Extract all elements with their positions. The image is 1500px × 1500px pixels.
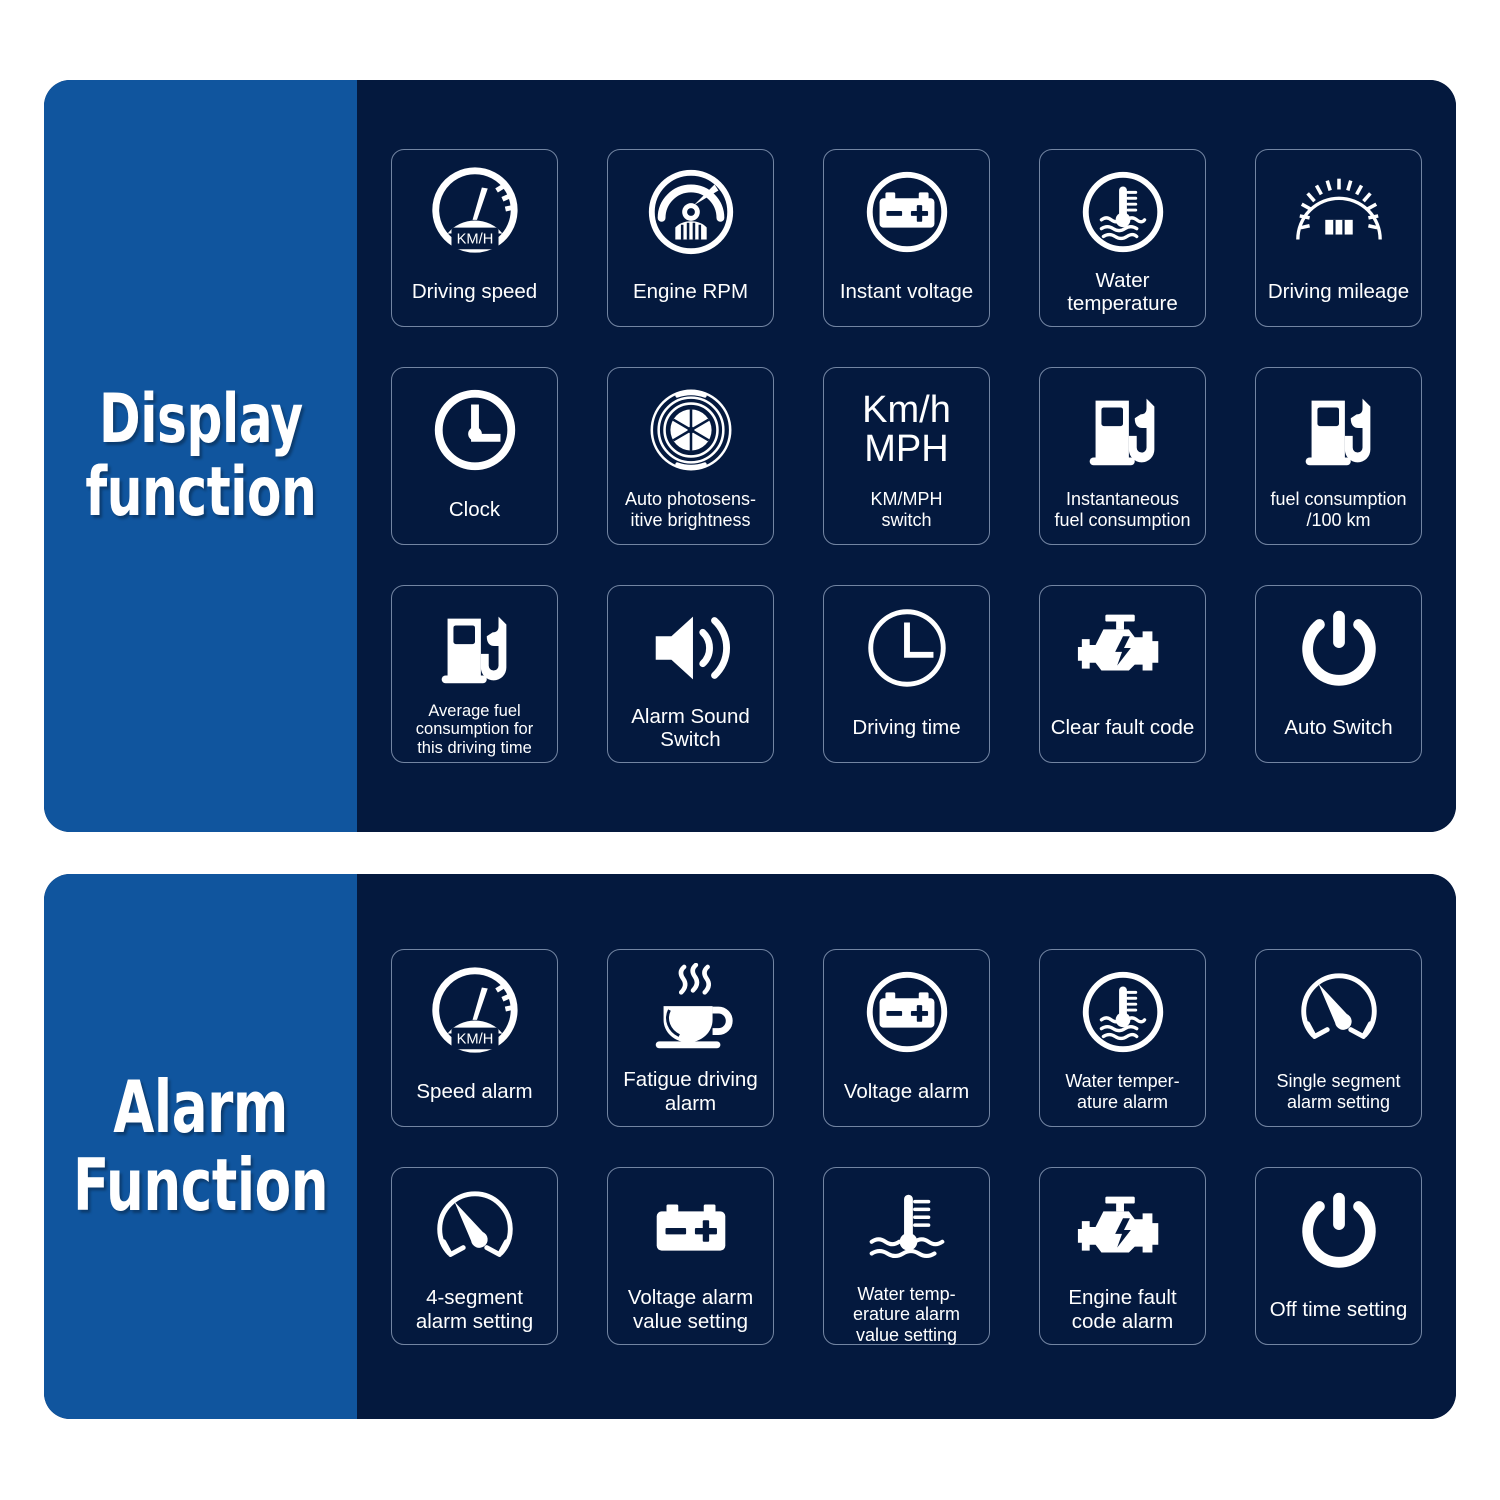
feature-card[interactable]: Driving time (823, 585, 990, 763)
clock-icon (426, 378, 524, 482)
feature-card[interactable]: KM/H Driving speed (391, 149, 558, 327)
feature-card-label: Clear fault code (1050, 716, 1195, 740)
svg-text:KM/H: KM/H (456, 1031, 493, 1047)
display-function-panel: Display function KM/H Driving speed Engi… (44, 80, 1456, 832)
feature-card-label: Instantaneous fuel consumption (1054, 489, 1191, 530)
feature-card-label: Engine fault code alarm (1068, 1286, 1177, 1333)
feature-card[interactable]: Water temp- erature alarm value setting (823, 1166, 990, 1345)
feature-card[interactable]: Driving mileage (1255, 149, 1422, 327)
feature-card-label: 4-segment alarm setting (415, 1286, 534, 1333)
odometer-icon (1290, 160, 1388, 264)
feature-card[interactable]: KM/H Speed alarm (391, 948, 558, 1127)
feature-card-label: Clock (448, 498, 501, 522)
gauge-needle-icon (1290, 960, 1388, 1064)
feature-card[interactable]: Engine RPM (607, 149, 774, 327)
fuel-pump-icon (426, 596, 524, 700)
feature-card-label: Driving speed (411, 280, 538, 304)
feature-card[interactable]: Voltage alarm (823, 948, 990, 1127)
feature-card-label: Driving mileage (1267, 280, 1410, 304)
svg-text:KM/H: KM/H (456, 231, 493, 247)
feature-overview-page: Display function KM/H Driving speed Engi… (0, 0, 1500, 1500)
speedometer-kmh-icon: KM/H (426, 160, 524, 264)
feature-card-label: Voltage alarm (843, 1079, 970, 1103)
feature-card[interactable]: Water temper- ature alarm (1039, 948, 1206, 1127)
feature-card-label: Off time setting (1269, 1297, 1408, 1321)
alarm-function-panel: Alarm Function KM/H Speed alarm Fatigue … (44, 874, 1456, 1419)
feature-card-label: Voltage alarm value setting (627, 1286, 754, 1333)
feature-card[interactable]: 4-segment alarm setting (391, 1166, 558, 1345)
feature-card[interactable]: Instant voltage (823, 149, 990, 327)
feature-card-label: Alarm Sound Switch (631, 704, 750, 751)
feature-card-label: Fatigue driving alarm (623, 1068, 758, 1115)
tachometer-rpm-icon (642, 160, 740, 264)
feature-card-label: Auto photosens- itive brightness (624, 489, 757, 530)
alarm-function-grid: KM/H Speed alarm Fatigue driving alarm V… (391, 948, 1422, 1345)
feature-card[interactable]: Off time setting (1255, 1166, 1422, 1345)
engine-fault-icon (1074, 596, 1172, 700)
feature-card-label: Single segment alarm setting (1276, 1070, 1401, 1112)
feature-card[interactable]: fuel consumption /100 km (1255, 367, 1422, 545)
thermometer-water-icon (858, 1178, 956, 1282)
clock-hour-icon (858, 596, 956, 700)
feature-card-label: Auto Switch (1284, 716, 1393, 740)
feature-card-label: Average fuel consumption for this drivin… (415, 702, 534, 757)
aperture-sensor-icon (642, 378, 740, 482)
feature-card[interactable]: Km/h MPH KM/MPH switch (823, 367, 990, 545)
display-function-sidebar: Display function (44, 80, 357, 832)
fuel-pump-icon (1290, 378, 1388, 482)
feature-card-label: Water temperature (1067, 268, 1178, 315)
battery-circle-icon (858, 960, 956, 1064)
feature-card[interactable]: Single segment alarm setting (1255, 948, 1422, 1127)
feature-card-label: Speed alarm (416, 1079, 533, 1103)
engine-fault-icon (1074, 1178, 1172, 1282)
feature-card-label: fuel consumption /100 km (1270, 489, 1407, 530)
feature-card-label: Driving time (852, 716, 961, 740)
feature-card[interactable]: Fatigue driving alarm (607, 948, 774, 1127)
feature-card-label: Water temp- erature alarm value setting (852, 1283, 961, 1345)
alarm-function-sidebar: Alarm Function (44, 874, 357, 1419)
feature-card[interactable]: Clock (391, 367, 558, 545)
feature-card[interactable]: Clear fault code (1039, 585, 1206, 763)
power-icon (1290, 1178, 1388, 1282)
feature-card-label: Water temper- ature alarm (1065, 1070, 1180, 1112)
speaker-volume-icon (642, 596, 740, 700)
power-icon (1290, 596, 1388, 700)
coffee-cup-icon (642, 960, 740, 1064)
kmh-mph-text-icon: Km/h MPH (862, 378, 951, 482)
alarm-function-grid-area: KM/H Speed alarm Fatigue driving alarm V… (357, 874, 1456, 1419)
display-function-title: Display function (84, 379, 317, 532)
feature-card[interactable]: Instantaneous fuel consumption (1039, 367, 1206, 545)
fuel-pump-icon (1074, 378, 1172, 482)
kmh-mph-label: Km/h MPH (862, 389, 951, 470)
feature-card[interactable]: Water temperature (1039, 149, 1206, 327)
water-temperature-circle-icon (1074, 160, 1172, 264)
feature-card[interactable]: Alarm Sound Switch (607, 585, 774, 763)
gauge-needle-icon (426, 1178, 524, 1282)
speedometer-kmh-icon: KM/H (426, 960, 524, 1064)
feature-card[interactable]: Auto photosens- itive brightness (607, 367, 774, 545)
alarm-function-title: Alarm Function (72, 1064, 329, 1227)
display-function-grid: KM/H Driving speed Engine RPM Instant vo… (391, 149, 1422, 763)
battery-icon (642, 1178, 740, 1282)
feature-card-label: Engine RPM (632, 280, 749, 304)
feature-card-label: KM/MPH switch (870, 489, 943, 530)
feature-card[interactable]: Engine fault code alarm (1039, 1166, 1206, 1345)
feature-card[interactable]: Voltage alarm value setting (607, 1166, 774, 1345)
display-function-grid-area: KM/H Driving speed Engine RPM Instant vo… (357, 80, 1456, 832)
water-temperature-circle-icon (1074, 960, 1172, 1064)
battery-circle-icon (858, 160, 956, 264)
feature-card[interactable]: Average fuel consumption for this drivin… (391, 585, 558, 763)
feature-card[interactable]: Auto Switch (1255, 585, 1422, 763)
feature-card-label: Instant voltage (839, 280, 974, 304)
